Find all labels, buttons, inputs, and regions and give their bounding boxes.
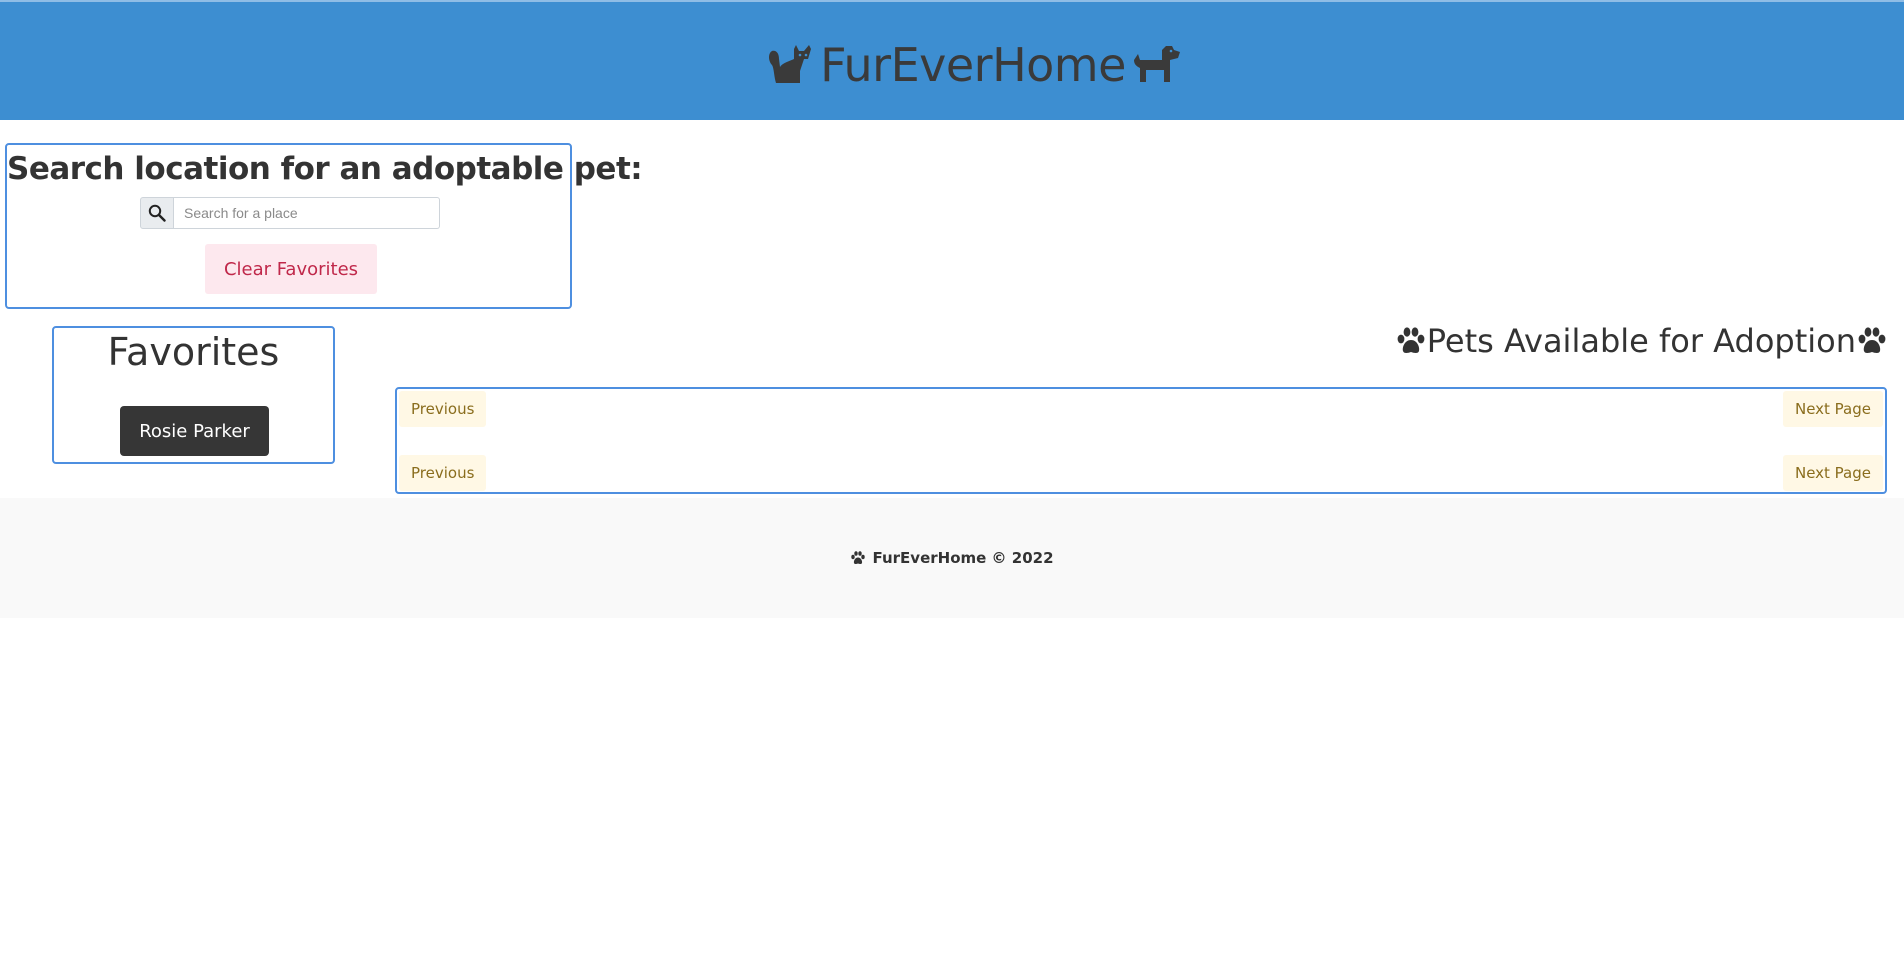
favorites-heading: Favorites xyxy=(107,330,280,374)
search-input[interactable] xyxy=(174,197,440,229)
previous-button-bottom[interactable]: Previous xyxy=(399,455,487,491)
brand-title: FurEverHome xyxy=(820,38,1126,92)
footer-copyright: FurEverHome © 2022 xyxy=(872,549,1054,567)
footer-text: FurEverHome © 2022 xyxy=(850,549,1054,567)
pets-heading-text: Pets Available for Adoption xyxy=(1426,322,1856,360)
site-footer: FurEverHome © 2022 xyxy=(0,498,1904,618)
clear-favorites-button[interactable]: Clear Favorites xyxy=(205,244,377,294)
paw-icon xyxy=(850,550,872,566)
favorite-item[interactable]: Rosie Parker xyxy=(120,406,269,456)
site-header: FurEverHome xyxy=(0,0,1904,120)
cat-icon xyxy=(766,41,816,89)
dog-icon xyxy=(1130,42,1182,88)
next-page-button-top[interactable]: Next Page xyxy=(1782,391,1883,427)
pets-heading: Pets Available for Adoption xyxy=(1395,322,1888,360)
search-panel: Search location for an adoptable pet: Cl… xyxy=(5,143,643,309)
next-page-button-bottom[interactable]: Next Page xyxy=(1782,455,1883,491)
search-icon[interactable] xyxy=(140,197,174,229)
page: FurEverHome Search location for an adopt… xyxy=(0,0,1904,971)
paw-icon xyxy=(1856,325,1888,357)
search-heading: Search location for an adoptable pet: xyxy=(7,151,643,187)
search-group xyxy=(140,197,440,229)
favorites-panel: Favorites Rosie Parker xyxy=(52,326,335,464)
brand: FurEverHome xyxy=(766,38,1182,92)
pets-panel: Previous Next Page Previous Next Page xyxy=(395,387,1887,494)
paw-icon xyxy=(1395,325,1427,357)
previous-button-top[interactable]: Previous xyxy=(399,391,487,427)
